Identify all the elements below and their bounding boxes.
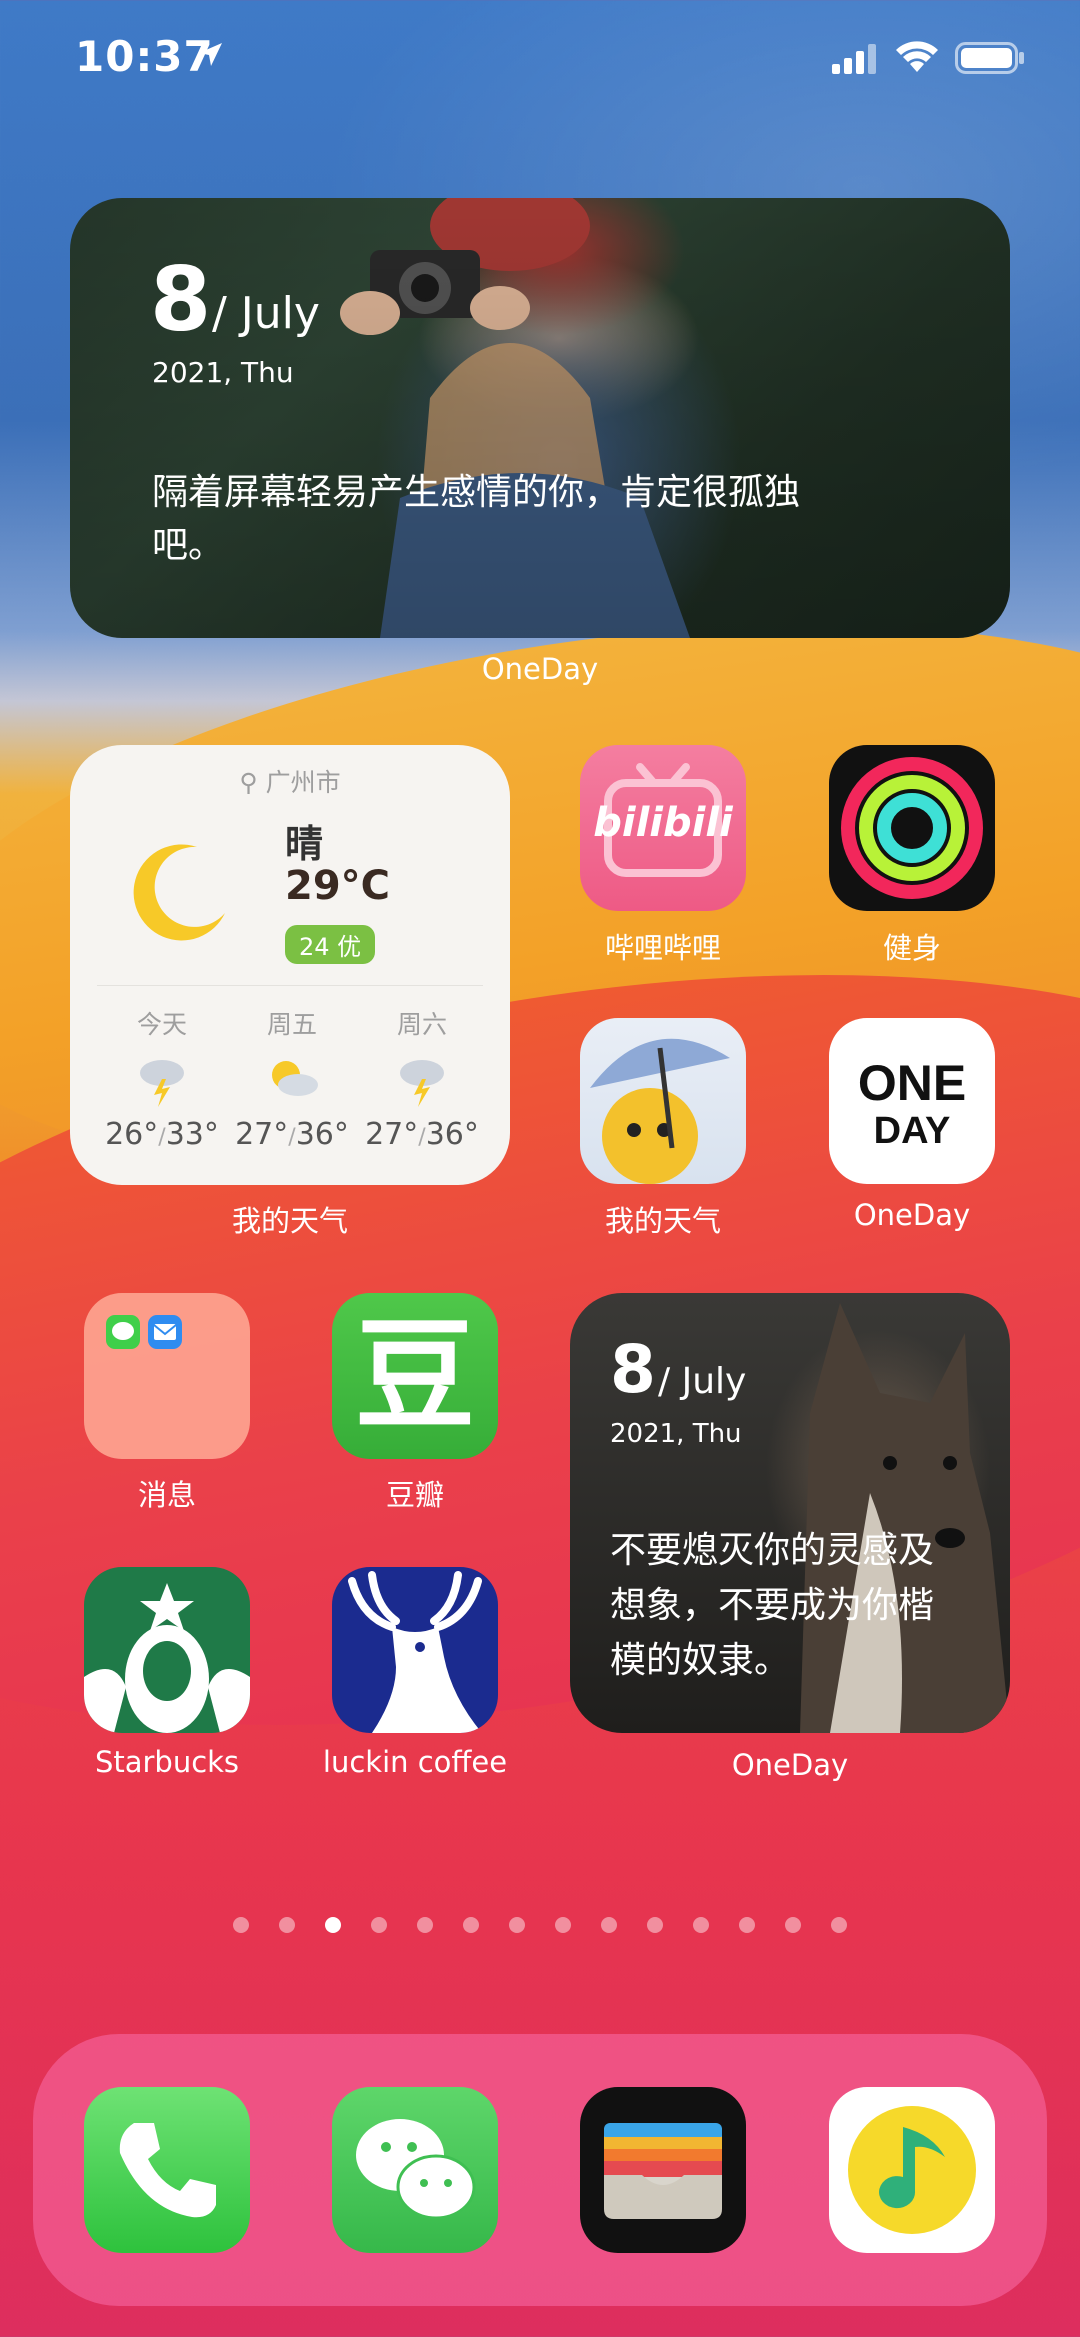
forecast-day: 今天 26°/33°	[105, 1010, 219, 1152]
page-dot[interactable]	[601, 1917, 617, 1933]
app-label: 健身	[882, 931, 941, 965]
app-label: 豆瓣	[385, 1478, 444, 1512]
page-dot[interactable]	[739, 1917, 755, 1933]
app-label: 哔哩哔哩	[604, 931, 721, 965]
qq-music-app-icon[interactable]	[829, 2087, 995, 2253]
oneday-widget-medium[interactable]: 8 / July 2021, Thu 不要熄灭你的灵感及 想象，不要成为你楷 模…	[570, 1293, 1010, 1733]
phone-icon	[119, 2123, 216, 2218]
widget-label: OneDay	[731, 1748, 849, 1782]
divider	[97, 985, 483, 986]
page-dot[interactable]	[233, 1917, 249, 1933]
oneday-quote: 想象，不要成为你楷	[610, 1585, 935, 1626]
status-bar: 10:37	[0, 0, 1080, 110]
douban-logo-text: 豆	[355, 1307, 475, 1446]
wallet-icon	[604, 2123, 722, 2219]
douban-app-icon[interactable]: 豆	[332, 1293, 498, 1459]
oneday-quote: 吧。	[152, 525, 225, 566]
forecast-day: 周五 27°/36°	[235, 1010, 349, 1152]
starbucks-app-icon[interactable]	[84, 1567, 250, 1733]
forecast-day: 周六 27°/36°	[365, 1010, 479, 1152]
page-dot[interactable]	[463, 1917, 479, 1933]
widget-label: 我的天气	[231, 1204, 348, 1238]
oneday-date: 2021, Thu	[152, 356, 294, 389]
siren-logo-icon	[84, 1583, 250, 1733]
page-dot[interactable]	[417, 1917, 433, 1933]
music-note-icon	[848, 2106, 976, 2234]
oneday-logo-text: DAY	[873, 1110, 951, 1152]
my-weather-app-icon[interactable]	[580, 1018, 746, 1184]
phone-app-icon[interactable]	[84, 2087, 250, 2253]
page-dot-active[interactable]	[325, 1917, 341, 1933]
location-arrow-icon	[199, 43, 222, 66]
deer-logo-icon	[348, 1571, 482, 1733]
bilibili-logo-text: bilibili	[593, 800, 733, 846]
wifi-icon	[896, 41, 938, 72]
oneday-month: / July	[212, 288, 320, 339]
cellular-signal-icon	[832, 44, 876, 74]
app-label: 消息	[137, 1478, 196, 1512]
oneday-quote: 模的奴隶。	[610, 1640, 791, 1681]
page-dot[interactable]	[785, 1917, 801, 1933]
thunderstorm-icon	[140, 1060, 184, 1107]
widget-label: OneDay	[481, 652, 599, 686]
thunderstorm-icon	[400, 1060, 444, 1107]
oneday-logo-text: ONE	[857, 1055, 967, 1111]
app-label: OneDay	[853, 1198, 971, 1232]
fitness-app-icon[interactable]	[829, 745, 995, 911]
luckin-app-icon[interactable]	[332, 1567, 498, 1733]
page-dot[interactable]	[371, 1917, 387, 1933]
weather-widget[interactable]: ⚲ 广州市 晴 29°C 24 优 今天 26°/33° 周五 27°/36° …	[70, 745, 510, 1185]
wallet-app-icon[interactable]	[580, 2087, 746, 2253]
weather-temperature: 29°C	[285, 863, 391, 909]
oneday-app-icon[interactable]: ONE DAY	[829, 1018, 995, 1184]
air-quality-badge: 24 优	[285, 925, 376, 964]
partly-cloudy-icon	[272, 1061, 318, 1096]
app-label: Starbucks	[94, 1745, 240, 1779]
page-dot[interactable]	[555, 1917, 571, 1933]
oneday-widget-large[interactable]: 8 / July 2021, Thu 隔着屏幕轻易产生感情的你，肯定很孤独 吧。	[70, 198, 1010, 638]
messages-mini-icon	[106, 1315, 140, 1349]
mail-mini-icon	[148, 1315, 182, 1349]
page-dot[interactable]	[509, 1917, 525, 1933]
oneday-quote: 不要熄灭你的灵感及	[610, 1530, 935, 1571]
messages-folder[interactable]	[84, 1293, 250, 1459]
app-label: luckin coffee	[322, 1745, 508, 1779]
moon-icon	[133, 844, 225, 941]
page-dot[interactable]	[647, 1917, 663, 1933]
page-dot[interactable]	[831, 1917, 847, 1933]
wechat-app-icon[interactable]	[332, 2087, 498, 2253]
app-label: 我的天气	[604, 1204, 721, 1238]
bilibili-app-icon[interactable]: bilibili	[580, 745, 746, 911]
page-dot[interactable]	[693, 1917, 709, 1933]
activity-rings-icon	[841, 757, 983, 899]
oneday-month: / July	[658, 1361, 747, 1402]
oneday-day: 8	[150, 248, 212, 351]
umbrella-mascot-icon	[590, 1038, 730, 1184]
location-pin-icon: ⚲	[239, 768, 258, 797]
oneday-day: 8	[610, 1331, 656, 1408]
weather-location: ⚲ 广州市	[239, 768, 341, 797]
status-time: 10:37	[75, 32, 214, 81]
page-dot[interactable]	[279, 1917, 295, 1933]
oneday-quote: 隔着屏幕轻易产生感情的你，肯定很孤独	[152, 472, 801, 513]
weather-condition: 晴	[285, 822, 324, 866]
page-indicator[interactable]	[0, 1917, 1080, 1947]
battery-icon	[955, 42, 1024, 74]
oneday-date: 2021, Thu	[610, 1419, 742, 1449]
wechat-icon	[356, 2119, 476, 2220]
